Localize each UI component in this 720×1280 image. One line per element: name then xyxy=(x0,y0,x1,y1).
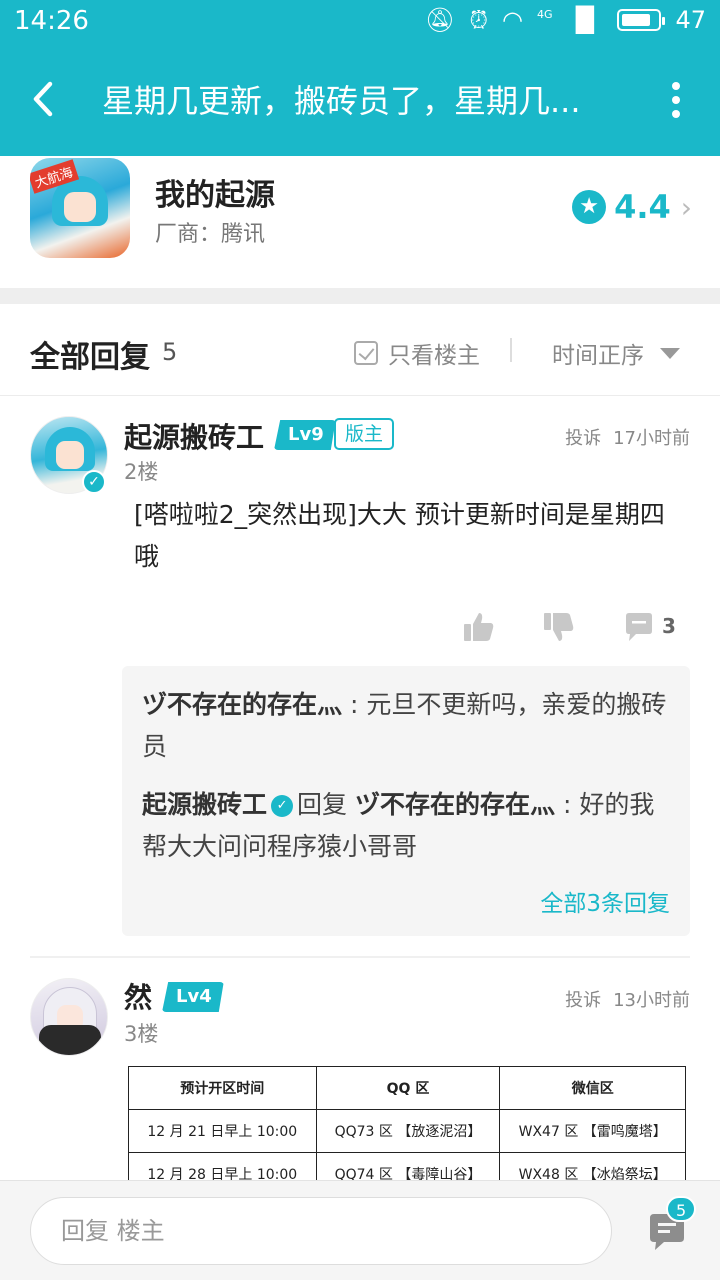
post-divider xyxy=(30,956,690,958)
back-arrow-icon xyxy=(33,81,53,117)
table-header-row: 预计开区时间 QQ 区 微信区 xyxy=(128,1066,686,1110)
status-icons: 🔕︎ ⏰︎ ◠ 4G ▐▌ 47 xyxy=(425,6,706,34)
network-type: 4G xyxy=(537,7,553,21)
page-title: 星期几更新，搬砖员了，星期几... xyxy=(102,82,581,120)
all-replies-link[interactable]: 全部3条回复 xyxy=(540,884,670,918)
replies-count: 5 xyxy=(162,338,178,366)
checkbox-icon xyxy=(354,341,378,365)
only-op-label: 只看楼主 xyxy=(388,343,480,369)
post-content: [嗒啦啦2_突然出现]大大 预计更新时间是星期四哦 xyxy=(134,500,665,571)
table-header: 预计开区时间 xyxy=(128,1066,317,1110)
replies-title: 全部回复 xyxy=(30,340,150,375)
table-cell: 12 月 21 日早上 10:00 xyxy=(128,1109,317,1153)
sub-replies-box: ヅ不存在的存在灬 : 元旦不更新吗，亲爱的搬砖员 起源搬砖工 ✓ 回复 ヅ不存在的存… xyxy=(122,666,690,936)
comment-count-badge: 5 xyxy=(666,1196,697,1222)
chevron-right-icon: › xyxy=(680,190,692,224)
game-info-card[interactable]: 大航海 我的起源 厂商：腾讯 ★ 4.4 › xyxy=(0,156,720,288)
comment-icon xyxy=(626,613,652,641)
post-meta: 投诉 17小时前 xyxy=(565,424,690,450)
wifi-icon: ◠ xyxy=(502,6,523,34)
moderator-badge: 版主 xyxy=(334,418,395,450)
more-dot-icon xyxy=(672,110,680,118)
game-rating[interactable]: ★ 4.4 › xyxy=(572,188,692,226)
game-app-icon: 大航海 xyxy=(30,158,130,258)
battery-level: 47 xyxy=(675,6,706,34)
username[interactable]: 起源搬砖工 xyxy=(124,416,264,456)
floor-number: 3楼 xyxy=(124,1022,159,1046)
level-badge: Lv9 xyxy=(274,420,336,450)
post-time: 13小时前 xyxy=(613,990,690,1011)
divider xyxy=(510,338,512,362)
sub-reply-target[interactable]: ヅ不存在的存在灬 xyxy=(355,790,555,819)
level-badge: Lv4 xyxy=(162,982,224,1012)
dislike-button[interactable] xyxy=(542,610,576,648)
report-button[interactable]: 投诉 xyxy=(565,424,601,450)
star-icon: ★ xyxy=(572,190,607,224)
rating-score: 4.4 xyxy=(614,188,671,226)
only-op-toggle[interactable]: 只看楼主 xyxy=(354,336,480,370)
floor-number: 2楼 xyxy=(124,460,159,484)
signal-icon: ▐▌ xyxy=(566,6,604,34)
game-name: 我的起源 xyxy=(155,178,275,213)
table-row: 12 月 21 日早上 10:00 QQ73 区 【放逐泥沼】 WX47 区 【… xyxy=(128,1109,686,1153)
sub-reply[interactable]: 起源搬砖工 ✓ 回复 ヅ不存在的存在灬 : 好的我帮大大问问程序猿小哥哥 xyxy=(142,784,672,868)
sort-dropdown[interactable]: 时间正序 xyxy=(552,336,680,370)
table-header: 微信区 xyxy=(499,1066,686,1110)
thumbs-down-icon xyxy=(544,613,574,641)
alarm-icon: ⏰︎ xyxy=(469,6,489,34)
reply-input[interactable]: 回复 楼主 xyxy=(30,1197,612,1265)
username[interactable]: 然 xyxy=(124,976,152,1016)
comment-button[interactable]: 3 xyxy=(622,610,676,648)
game-vendor: 厂商：腾讯 xyxy=(155,222,266,247)
sub-reply[interactable]: ヅ不存在的存在灬 : 元旦不更新吗，亲爱的搬砖员 xyxy=(142,684,672,768)
verified-icon: ✓ xyxy=(271,795,294,817)
top-app-bar: 14:26 🔕︎ ⏰︎ ◠ 4G ▐▌ 47 星期几更新，搬砖员了，星期几... xyxy=(0,0,720,156)
post-image-table[interactable]: 预计开区时间 QQ 区 微信区 12 月 21 日早上 10:00 QQ73 区… xyxy=(128,1066,686,1196)
status-bar: 14:26 🔕︎ ⏰︎ ◠ 4G ▐▌ 47 xyxy=(0,0,720,44)
more-dot-icon xyxy=(672,82,680,90)
section-divider xyxy=(0,288,720,304)
back-button[interactable] xyxy=(22,74,66,124)
report-button[interactable]: 投诉 xyxy=(565,986,601,1012)
like-button[interactable] xyxy=(462,610,496,648)
sub-reply-author[interactable]: 起源搬砖工 xyxy=(142,790,267,819)
bottom-reply-bar: 回复 楼主 xyxy=(0,1180,720,1280)
reply-word: 回复 xyxy=(297,790,348,819)
post-actions: 3 xyxy=(0,606,720,650)
post-time: 17小时前 xyxy=(613,428,690,449)
thumbs-up-icon xyxy=(464,613,494,641)
post-meta: 投诉 13小时前 xyxy=(565,986,690,1012)
verified-icon: ✓ xyxy=(82,470,106,494)
sort-label: 时间正序 xyxy=(552,343,644,369)
dropdown-arrow-icon xyxy=(660,347,680,359)
comment-count: 3 xyxy=(662,614,676,638)
status-time: 14:26 xyxy=(14,6,89,36)
more-dot-icon xyxy=(672,96,680,104)
title-bar: 星期几更新，搬砖员了，星期几... xyxy=(0,44,720,156)
battery-icon xyxy=(617,9,666,31)
more-options-button[interactable] xyxy=(666,82,686,122)
avatar[interactable] xyxy=(30,978,108,1056)
mute-icon: 🔕︎ xyxy=(424,6,456,34)
sub-reply-author[interactable]: ヅ不存在的存在灬 xyxy=(142,690,342,719)
replies-header: 全部回复 5 只看楼主 时间正序 xyxy=(0,304,720,396)
table-cell: WX47 区 【雷鸣魔塔】 xyxy=(499,1109,686,1153)
table-header: QQ 区 xyxy=(315,1066,501,1110)
table-cell: QQ73 区 【放逐泥沼】 xyxy=(315,1109,501,1153)
